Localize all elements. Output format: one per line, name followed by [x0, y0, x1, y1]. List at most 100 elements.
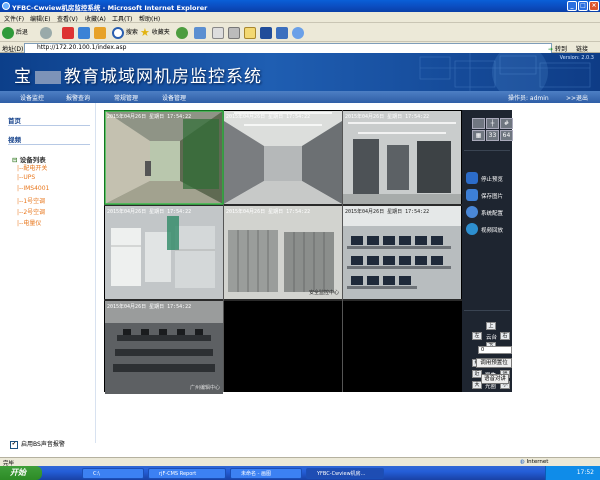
- camera-view-1[interactable]: 2015年04月26日 星期日 17:54:22: [105, 111, 223, 204]
- home-button[interactable]: [94, 26, 106, 39]
- layout-33-button[interactable]: 33: [486, 130, 499, 141]
- camera-view-6[interactable]: 2015年04月26日 星期日 17:54:22: [343, 206, 461, 299]
- video-grid: 2015年04月26日 星期日 17:54:22 2015年04月26日 星期日…: [104, 110, 462, 394]
- menu-favorites[interactable]: 收藏(A): [85, 14, 106, 23]
- camera-timestamp: 2015年04月26日 星期日 17:54:22: [345, 209, 430, 215]
- ptz-up-button[interactable]: 上: [486, 322, 496, 330]
- camera-view-5[interactable]: 2015年04月26日 星期日 17:54:22 安全监控中心: [224, 206, 342, 299]
- ptz-right-button[interactable]: 右: [500, 332, 510, 340]
- gear-icon: [466, 206, 478, 218]
- logout-link[interactable]: >>退出: [566, 93, 588, 102]
- nav-device-monitor[interactable]: 设备监控: [20, 93, 44, 102]
- history-button[interactable]: [194, 26, 206, 39]
- layout-4-button[interactable]: ┼: [486, 118, 499, 129]
- back-button[interactable]: 后退: [2, 26, 28, 39]
- camera-view-3[interactable]: 2015年04月26日 星期日 17:54:22: [343, 111, 461, 204]
- save-picture-button[interactable]: 保存图片: [466, 189, 512, 203]
- nav-alarm-query[interactable]: 报警查询: [66, 93, 90, 102]
- sidebar-home[interactable]: 首页: [8, 115, 21, 125]
- version-label: Version: 2.0.3: [559, 55, 594, 61]
- device-item-ims4001[interactable]: |--IMS4001: [17, 185, 49, 192]
- search-button[interactable]: 搜索: [112, 26, 138, 39]
- window-title: YFBC-Cwview机房监控系统 - Microsoft Internet E…: [12, 4, 208, 12]
- sound-alarm-checkbox[interactable]: ✔: [10, 440, 18, 449]
- camera-view-2[interactable]: 2015年04月26日 星期日 17:54:22: [224, 111, 342, 204]
- sound-alarm-option[interactable]: ✔ 启用BS声音报警: [10, 439, 65, 449]
- messenger-button[interactable]: [276, 26, 288, 39]
- task-report[interactable]: rjF-CMS Report: [148, 468, 226, 479]
- camera-image: [343, 111, 461, 204]
- window-titlebar: YFBC-Cwview机房监控系统 - Microsoft Internet E…: [0, 0, 600, 12]
- menu-help[interactable]: 帮助(H): [139, 14, 160, 23]
- web-page: 宝教育城域网机房监控系统 Version: 2.0.3 设备监控 报警查询 常规…: [0, 53, 600, 457]
- camera-view-4[interactable]: 2015年04月26日 星期日 17:54:22: [105, 206, 223, 299]
- device-item-ac1[interactable]: |--1号空调: [17, 196, 45, 205]
- camera-timestamp: 2015年04月26日 星期日 17:54:22: [226, 209, 311, 215]
- menu-edit[interactable]: 编辑(E): [30, 14, 50, 23]
- divider: [464, 310, 510, 311]
- device-item-ups[interactable]: |--UPS: [17, 174, 35, 181]
- messenger-icon: [276, 26, 288, 39]
- research-icon: [292, 26, 304, 39]
- preset-input[interactable]: 0: [478, 346, 512, 354]
- layout-1-button[interactable]: [472, 118, 485, 129]
- blurred-region: [35, 70, 61, 84]
- back-arrow-icon: [2, 26, 14, 39]
- stop-preview-button[interactable]: 停止预览: [466, 172, 512, 186]
- address-label: 地址(D): [2, 46, 24, 53]
- media-icon: [176, 26, 188, 39]
- refresh-button[interactable]: [78, 26, 90, 39]
- favorites-button[interactable]: ★ 收藏夹: [140, 26, 170, 39]
- system-config-button[interactable]: 系统配置: [466, 206, 512, 220]
- device-item-power-switch[interactable]: |--配电开关: [17, 163, 47, 172]
- start-button[interactable]: 开始: [0, 466, 42, 480]
- research-button[interactable]: [292, 26, 304, 39]
- camera-timestamp: 2015年04月26日 星期日 17:54:22: [107, 209, 192, 215]
- voice-talk-button[interactable]: 语音对讲: [481, 374, 509, 384]
- ie-icon: [2, 2, 10, 10]
- layout-16-button[interactable]: ▦: [472, 130, 485, 141]
- maximize-button[interactable]: □: [578, 1, 588, 11]
- mail-button[interactable]: [212, 26, 224, 39]
- task-browser[interactable]: YFBC-Cwview机房...: [306, 468, 384, 479]
- video-playback-button[interactable]: 视频回放: [466, 223, 512, 237]
- camera-image: [105, 301, 223, 394]
- menu-view[interactable]: 查看(V): [57, 14, 78, 23]
- forward-button[interactable]: [40, 26, 52, 39]
- camera-image: [105, 206, 223, 299]
- menu-file[interactable]: 文件(F): [4, 14, 24, 23]
- layout-64-button[interactable]: 64: [500, 130, 513, 141]
- camera-image: [343, 206, 461, 299]
- playback-icon: [466, 223, 478, 235]
- system-banner: 宝教育城域网机房监控系统 Version: 2.0.3: [0, 53, 600, 91]
- taskbar: 开始 C:\ rjF-CMS Report 未命名 - 画图 YFBC-Cwvi…: [0, 466, 600, 480]
- stop-button[interactable]: [62, 26, 74, 39]
- history-icon: [194, 26, 206, 39]
- print-button[interactable]: [228, 26, 240, 39]
- discuss-button[interactable]: [260, 26, 272, 39]
- task-explorer[interactable]: C:\: [82, 468, 144, 479]
- camera-image: [224, 206, 342, 299]
- layout-9-button[interactable]: #: [500, 118, 513, 129]
- task-paint[interactable]: 未命名 - 画图: [230, 468, 302, 479]
- media-button[interactable]: [176, 26, 188, 39]
- camera-view-7[interactable]: 2015年04月26日 星期日 17:54:22 广州编辑中心: [105, 301, 223, 394]
- refresh-icon: [78, 26, 90, 39]
- ptz-left-button[interactable]: 左: [472, 332, 482, 340]
- close-button[interactable]: ×: [589, 1, 599, 11]
- device-item-power-meter[interactable]: |--电量仪: [17, 218, 41, 227]
- nav-routine-management[interactable]: 常规管理: [114, 93, 138, 102]
- minimize-button[interactable]: _: [567, 1, 577, 11]
- device-item-ac2[interactable]: |--2号空调: [17, 207, 45, 216]
- edit-button[interactable]: [244, 26, 256, 39]
- menu-tools[interactable]: 工具(T): [112, 14, 132, 23]
- call-preset-button[interactable]: 调用预置位: [476, 358, 512, 368]
- camera-view-empty[interactable]: [343, 301, 461, 394]
- links-button[interactable]: 链接: [576, 44, 588, 53]
- nav-device-management[interactable]: 设备管理: [162, 93, 186, 102]
- sidebar-video[interactable]: 视频: [8, 134, 21, 144]
- search-icon: [112, 26, 124, 39]
- camera-view-empty[interactable]: [224, 301, 342, 394]
- address-bar: 地址(D) http://172.20.100.1/index.asp ➜ 转到…: [0, 42, 600, 54]
- go-button[interactable]: ➜ 转到: [548, 44, 567, 53]
